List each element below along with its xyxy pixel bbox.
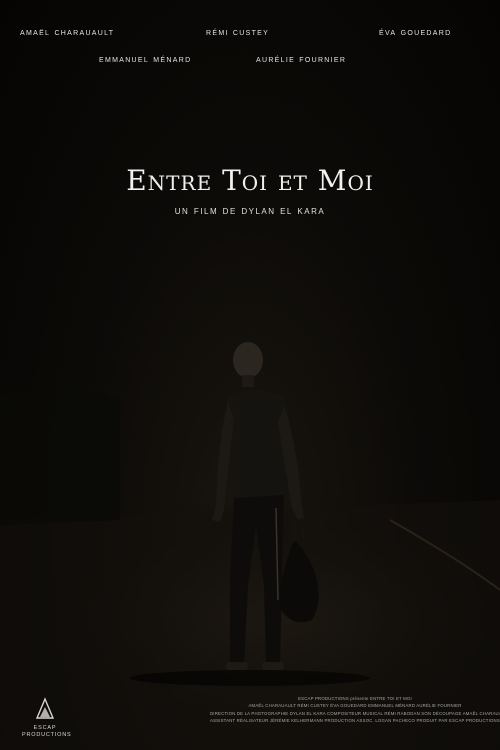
- film-title: Entre Toi et Moi: [126, 164, 374, 197]
- escap-productions-logo: ESCAP PRODUCTIONS: [22, 696, 72, 744]
- person-silhouette: [212, 342, 319, 670]
- cast-name-2: rémi CUSTEY: [206, 26, 270, 38]
- film-director-credit: un film de DYLAN EL KARA: [174, 205, 326, 217]
- cast-name-5: aurélie FOURNIER: [256, 53, 347, 65]
- credits-line-3: DIRECTION DE LA PHOTOGRAPHIE DYLAN EL KA…: [210, 710, 500, 716]
- logo-text-line-2: PRODUCTIONS: [22, 731, 72, 738]
- credits-line-1: ESCAP PRODUCTIONS présente ENTRE TOI ET …: [298, 696, 412, 701]
- cast-name-3: éva GOUEDARD: [379, 26, 452, 38]
- cast-name-4: emmanuel MÉNARD: [99, 53, 192, 65]
- movie-poster: amaël CHARAUAULT rémi CUSTEY éva GOUEDAR…: [0, 0, 500, 750]
- credits-line-4: ASSISTANT RÉALISATEUR JÉRÉMIE KELHERMANN…: [210, 718, 500, 724]
- credits-line-2: AMAËL CHARAUAULT RÉMI CUSTEY ÉVA GOUEDAR…: [248, 703, 462, 709]
- cast-name-1: amaël CHARAUAULT: [20, 26, 115, 38]
- production-logo-icon: [35, 697, 55, 719]
- credits-block: ESCAP PRODUCTIONS présente ENTRE TOI ET …: [210, 695, 500, 725]
